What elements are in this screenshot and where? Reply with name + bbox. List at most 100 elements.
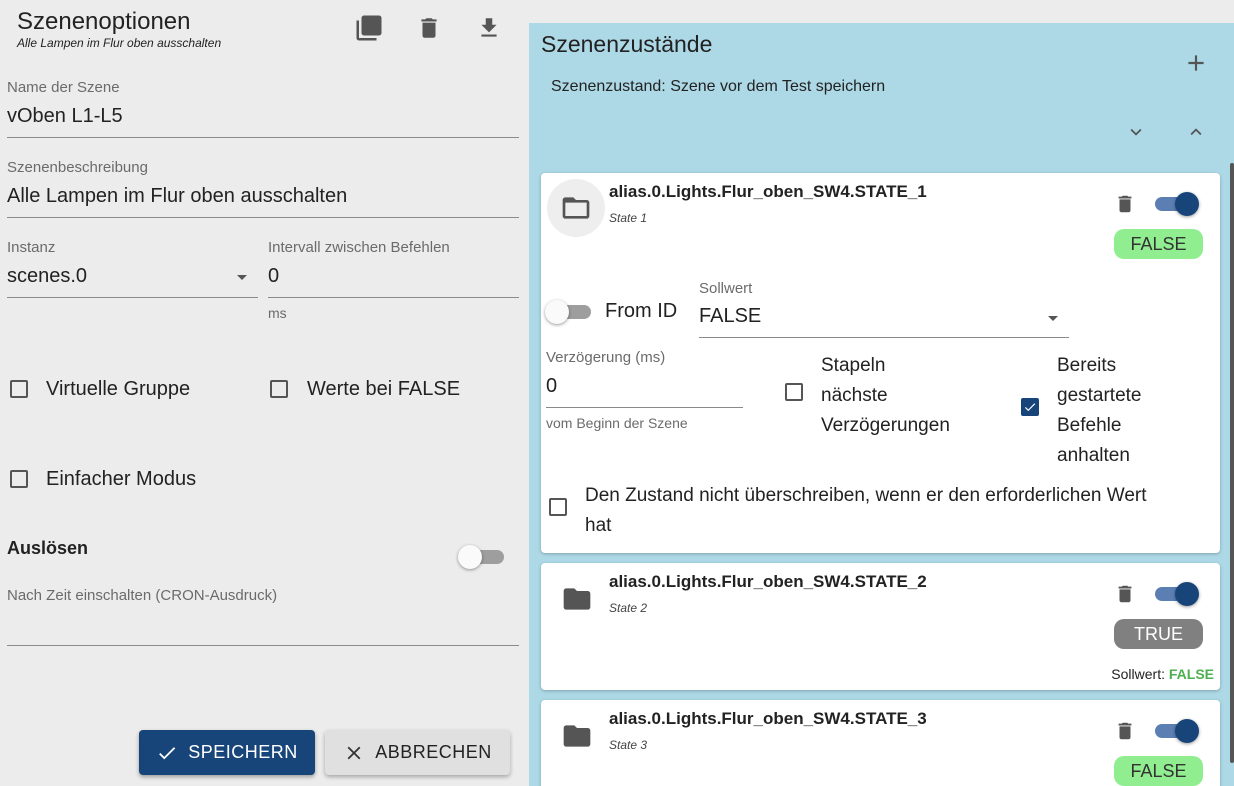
download-icon bbox=[481, 18, 497, 37]
stop-commands-label-line: Bereits bbox=[1057, 355, 1117, 376]
scene-description-label: Szenenbeschreibung bbox=[7, 159, 148, 176]
delay-underline bbox=[546, 407, 743, 408]
values-false-label: Werte bei FALSE bbox=[307, 378, 461, 400]
folder-icon[interactable] bbox=[561, 720, 593, 752]
scrollbar[interactable] bbox=[1230, 163, 1234, 763]
scene-options-panel: Szenenoptionen Alle Lampen im Flur oben … bbox=[0, 0, 528, 786]
interval-underline bbox=[268, 297, 519, 298]
state-card: alias.0.Lights.Flur_oben_SW4.STATE_1 Sta… bbox=[541, 173, 1220, 553]
cancel-button[interactable]: ABBRECHEN bbox=[325, 730, 510, 775]
scene-name-input[interactable]: vOben L1-L5 bbox=[7, 105, 123, 128]
scene-description-underline bbox=[7, 217, 519, 218]
copy-icon bbox=[356, 15, 382, 41]
state-name: State 2 bbox=[609, 601, 648, 615]
cron-input[interactable] bbox=[7, 645, 519, 646]
state-enabled-toggle[interactable] bbox=[1153, 191, 1203, 217]
state-name: State 1 bbox=[609, 211, 648, 225]
chevron-up-icon[interactable] bbox=[1185, 121, 1207, 143]
setpoint-summary-value: FALSE bbox=[1168, 666, 1214, 682]
delete-icon bbox=[421, 18, 437, 38]
close-icon bbox=[347, 746, 361, 759]
delay-helper: vom Beginn der Szene bbox=[546, 415, 688, 431]
stack-delays-label-line: Verzögerungen bbox=[821, 415, 950, 436]
state-name: State 3 bbox=[609, 738, 648, 752]
state-enabled-toggle[interactable] bbox=[1153, 581, 1203, 607]
virtual-group-checkbox[interactable] bbox=[10, 380, 28, 398]
stop-commands-label-line: gestartete bbox=[1057, 385, 1142, 406]
stop-commands-label-line: anhalten bbox=[1057, 445, 1130, 466]
simple-mode-checkbox[interactable] bbox=[10, 470, 28, 488]
expand-state-button[interactable] bbox=[547, 179, 605, 237]
interval-label: Intervall zwischen Befehlen bbox=[268, 239, 450, 256]
scene-description-input[interactable]: Alle Lampen im Flur oben ausschalten bbox=[7, 185, 347, 208]
setpoint-select[interactable]: FALSE bbox=[699, 305, 761, 328]
toggle-thumb bbox=[1175, 719, 1199, 743]
simple-mode-label: Einfacher Modus bbox=[46, 468, 197, 490]
state-card: alias.0.Lights.Flur_oben_SW4.STATE_3 Sta… bbox=[541, 700, 1220, 786]
check-icon bbox=[1024, 403, 1036, 412]
state-enabled-toggle[interactable] bbox=[1153, 718, 1203, 744]
delete-scene-button[interactable] bbox=[413, 12, 445, 44]
state-value-badge: FALSE bbox=[1114, 229, 1203, 259]
dropdown-arrow-icon[interactable] bbox=[1045, 313, 1061, 323]
setpoint-summary: Sollwert: FALSE bbox=[1111, 666, 1214, 682]
delay-input[interactable]: 0 bbox=[546, 375, 557, 398]
delete-icon[interactable] bbox=[1114, 583, 1136, 605]
folder-open-icon bbox=[562, 197, 590, 219]
virtual-group-label: Virtuelle Gruppe bbox=[46, 378, 191, 400]
from-id-label: From ID bbox=[605, 300, 678, 322]
state-value-badge: FALSE bbox=[1114, 756, 1203, 786]
cron-label: Nach Zeit einschalten (CRON-Ausdruck) bbox=[7, 587, 278, 604]
no-overwrite-label-line: hat bbox=[585, 515, 612, 536]
toggle-thumb bbox=[458, 545, 482, 569]
no-overwrite-label-line: Den Zustand nicht überschreiben, wenn er… bbox=[585, 485, 1147, 506]
check-icon bbox=[159, 746, 176, 759]
toggle-thumb bbox=[1175, 192, 1199, 216]
panel-subtitle: Alle Lampen im Flur oben ausschalten bbox=[17, 36, 222, 50]
state-value-badge: TRUE bbox=[1114, 619, 1203, 649]
export-button[interactable] bbox=[473, 12, 505, 44]
stack-delays-checkbox[interactable] bbox=[785, 383, 803, 401]
delete-icon[interactable] bbox=[1114, 720, 1136, 742]
add-icon[interactable] bbox=[1183, 50, 1209, 76]
interval-unit: ms bbox=[268, 305, 287, 321]
interval-input[interactable]: 0 bbox=[268, 265, 279, 288]
state-info: Szenenzustand: Szene vor dem Test speich… bbox=[551, 78, 886, 95]
stack-delays-label-line: Stapeln bbox=[821, 355, 886, 376]
setpoint-label: Sollwert bbox=[699, 280, 753, 297]
state-id: alias.0.Lights.Flur_oben_SW4.STATE_3 bbox=[609, 709, 927, 728]
values-false-checkbox[interactable] bbox=[270, 380, 288, 398]
save-button[interactable]: SPEICHERN bbox=[139, 730, 315, 775]
state-id: alias.0.Lights.Flur_oben_SW4.STATE_1 bbox=[609, 182, 927, 201]
instance-select[interactable]: scenes.0 bbox=[7, 265, 87, 288]
trigger-heading: Auslösen bbox=[7, 538, 89, 558]
folder-icon[interactable] bbox=[561, 583, 593, 615]
scene-states-panel: Szenenzustände Szenenzustand: Szene vor … bbox=[529, 23, 1234, 786]
delay-label: Verzögerung (ms) bbox=[546, 349, 666, 366]
cancel-button-label: ABBRECHEN bbox=[375, 742, 492, 762]
setpoint-underline bbox=[699, 337, 1069, 338]
stack-delays-label-line: nächste bbox=[821, 385, 888, 406]
stop-commands-label: Bereits gestartete Befehle anhalten bbox=[1057, 351, 1142, 471]
stack-delays-label: Stapeln nächste Verzögerungen bbox=[821, 351, 950, 441]
instance-underline bbox=[7, 297, 258, 298]
from-id-toggle[interactable] bbox=[545, 299, 593, 325]
save-button-label: SPEICHERN bbox=[188, 742, 298, 762]
delete-icon[interactable] bbox=[1114, 193, 1136, 215]
instance-label: Instanz bbox=[7, 239, 56, 256]
dropdown-arrow-icon[interactable] bbox=[234, 272, 250, 282]
scene-name-underline bbox=[7, 137, 519, 138]
scene-name-label: Name der Szene bbox=[7, 79, 120, 96]
stop-commands-label-line: Befehle bbox=[1057, 415, 1122, 436]
chevron-down-icon[interactable] bbox=[1125, 121, 1147, 143]
panel-title: Szenenoptionen bbox=[17, 8, 191, 35]
no-overwrite-checkbox[interactable] bbox=[549, 498, 567, 516]
state-id: alias.0.Lights.Flur_oben_SW4.STATE_2 bbox=[609, 572, 927, 591]
stop-commands-checkbox[interactable] bbox=[1021, 398, 1039, 416]
no-overwrite-label: Den Zustand nicht überschreiben, wenn er… bbox=[585, 481, 1147, 541]
state-card: alias.0.Lights.Flur_oben_SW4.STATE_2 Sta… bbox=[541, 563, 1220, 690]
states-title: Szenenzustände bbox=[541, 31, 713, 57]
copy-button[interactable] bbox=[353, 12, 385, 44]
toggle-thumb bbox=[545, 300, 569, 324]
trigger-toggle[interactable] bbox=[458, 544, 506, 570]
